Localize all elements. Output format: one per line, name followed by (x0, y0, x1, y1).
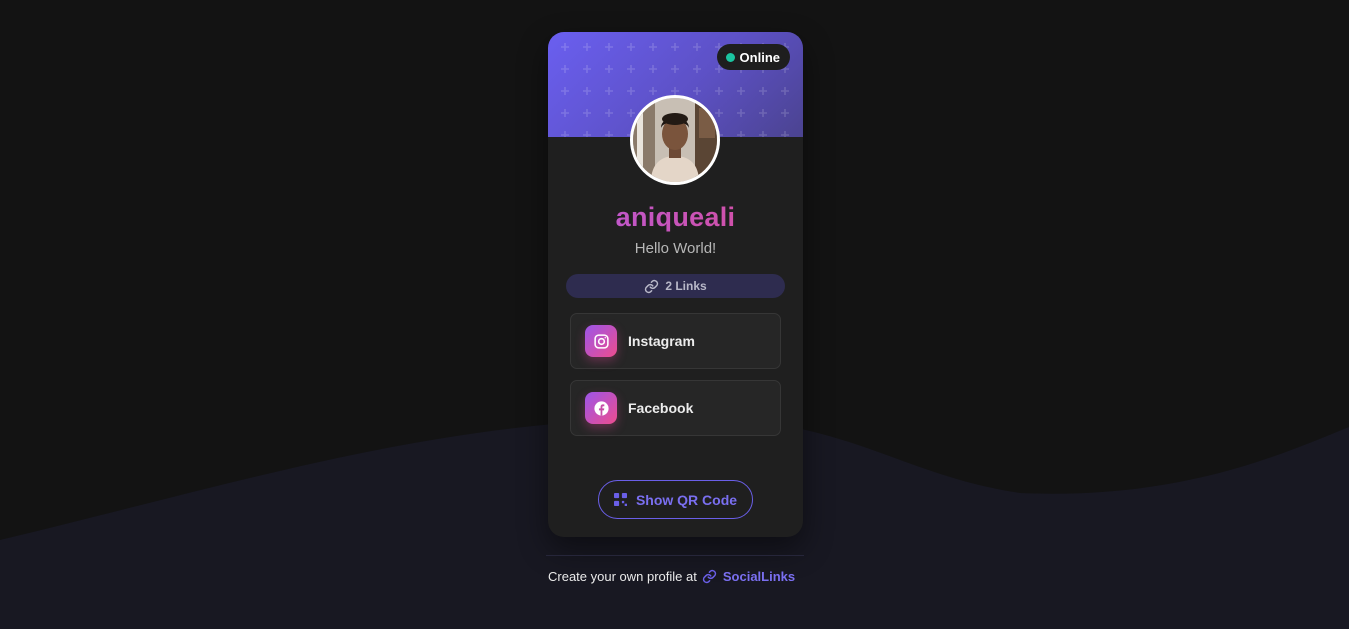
online-dot-icon (725, 52, 735, 62)
online-status-badge: Online (716, 44, 790, 70)
show-qr-code-button[interactable]: Show QR Code (598, 480, 753, 519)
avatar (630, 95, 720, 185)
link-label-instagram: Instagram (628, 333, 695, 349)
footer: Create your own profile at SocialLinks (548, 569, 808, 584)
profile-card: Online aniqueali Hello World! 2 Links In… (548, 32, 803, 537)
link-icon (645, 279, 659, 293)
footer-divider (546, 555, 804, 556)
links-count-label: 2 Links (665, 279, 707, 293)
profile-username: aniqueali (548, 202, 803, 233)
qr-code-icon (613, 493, 627, 506)
link-icon (702, 569, 716, 584)
instagram-icon (585, 325, 617, 357)
link-label-facebook: Facebook (628, 400, 694, 416)
footer-brand: SocialLinks (722, 569, 796, 584)
link-item-facebook[interactable]: Facebook (570, 380, 781, 436)
qr-button-label: Show QR Code (635, 491, 738, 508)
status-label: Online (739, 49, 780, 65)
profile-bio: Hello World! (634, 240, 717, 257)
link-item-instagram[interactable]: Instagram (570, 313, 781, 369)
sociallinks-link[interactable]: SocialLinks (702, 569, 795, 584)
footer-text: Create your own profile at (548, 569, 697, 584)
links-count-badge: 2 Links (566, 274, 785, 298)
facebook-icon (585, 392, 617, 424)
